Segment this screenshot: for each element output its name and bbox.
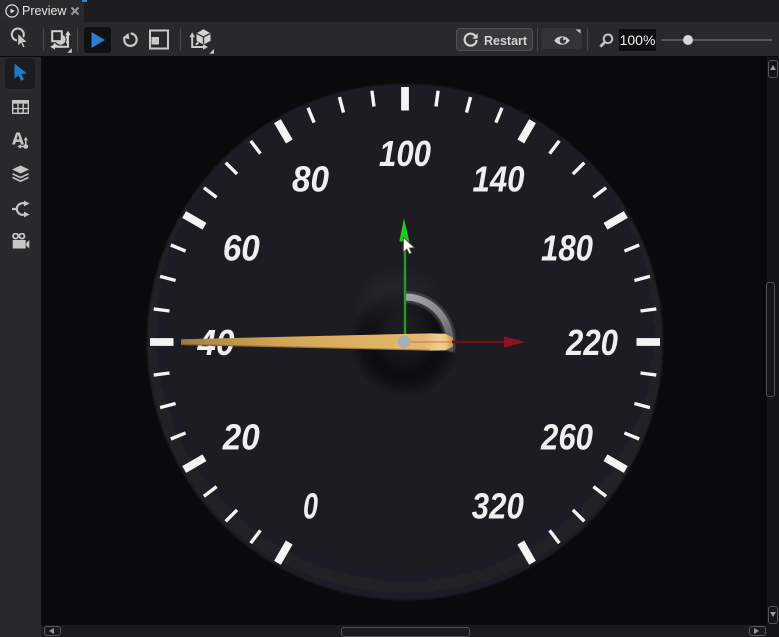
svg-text:180: 180: [541, 228, 593, 269]
svg-text:320: 320: [472, 486, 524, 527]
svg-text:100: 100: [379, 133, 431, 174]
svg-text:20: 20: [222, 417, 260, 458]
svg-text:60: 60: [223, 228, 260, 269]
svg-text:0: 0: [303, 486, 318, 527]
svg-text:140: 140: [473, 158, 525, 199]
svg-text:80: 80: [292, 158, 329, 199]
svg-text:260: 260: [540, 417, 593, 458]
svg-text:220: 220: [565, 322, 618, 363]
